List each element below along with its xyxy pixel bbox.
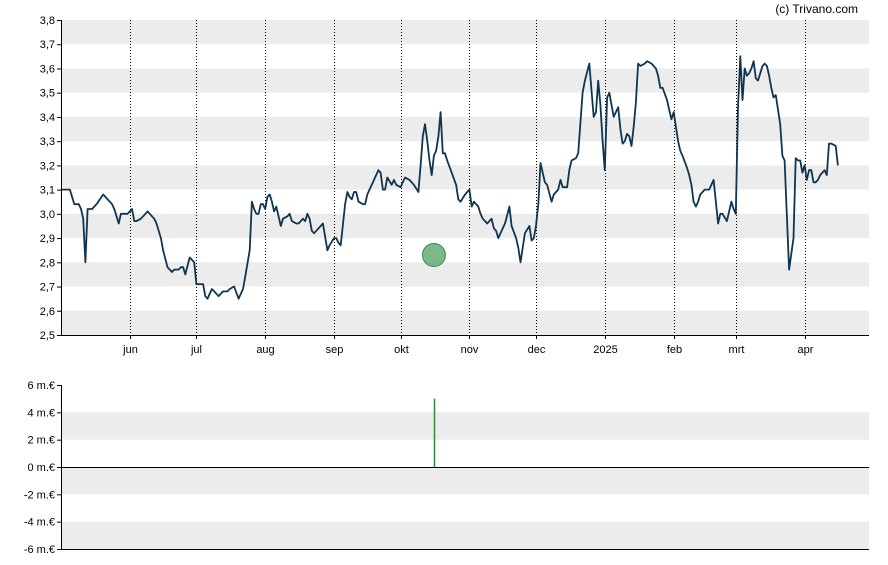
price-band xyxy=(61,20,869,45)
month-tick-label: feb xyxy=(667,344,682,356)
month-axis-ticks: jun jul aug sep okt nov dec 2025 feb mrt apr xyxy=(122,335,814,356)
price-tick-label: 3,0 xyxy=(40,209,55,221)
volume-tick-label: 0 m.€ xyxy=(27,462,55,474)
price-band xyxy=(61,262,869,287)
price-tick-label: 2,9 xyxy=(40,233,55,245)
month-tick-label: mrt xyxy=(729,344,745,356)
month-tick-label: okt xyxy=(394,344,409,356)
volume-tick-label: 4 m.€ xyxy=(27,407,55,419)
month-tick-label: apr xyxy=(798,344,814,356)
price-tick-label: 2,6 xyxy=(40,306,55,318)
volume-band xyxy=(61,521,869,549)
price-tick-label: 3,8 xyxy=(40,15,55,27)
volume-axis-ticks: 6 m.€ 4 m.€ 2 m.€ 0 m.€ -2 m.€ -4 m.€ -6 m.€ xyxy=(24,380,61,556)
price-tick-label: 3,3 xyxy=(40,136,55,148)
price-tick-label: 3,2 xyxy=(40,160,55,172)
price-band xyxy=(61,68,869,93)
month-tick-label: jun xyxy=(122,344,138,356)
month-tick-label: sep xyxy=(326,344,344,356)
month-tick-label: jul xyxy=(190,344,202,356)
volume-bands xyxy=(61,412,869,549)
price-tick-label: 2,5 xyxy=(40,330,55,342)
price-tick-label: 2,7 xyxy=(40,282,55,294)
price-axis-ticks: 2,5 2,6 2,7 2,8 2,9 3,0 3,1 3,2 3,3 3,4 3,5 3,6 3,7 3… xyxy=(40,15,61,342)
price-bands xyxy=(61,20,869,335)
volume-band xyxy=(61,412,869,440)
event-markers xyxy=(421,243,446,268)
month-tick-label: aug xyxy=(256,344,274,356)
credit-label: (c) Trivano.com xyxy=(775,2,858,16)
volume-tick-label: 2 m.€ xyxy=(27,435,55,447)
price-tick-label: 3,4 xyxy=(40,112,55,124)
price-band xyxy=(61,310,869,335)
price-tick-label: 3,1 xyxy=(40,185,55,197)
month-tick-label: dec xyxy=(528,344,546,356)
volume-tick-label: -6 m.€ xyxy=(24,544,55,556)
price-tick-label: 3,7 xyxy=(40,39,55,51)
price-band xyxy=(61,116,869,142)
price-band xyxy=(61,213,869,239)
price-band xyxy=(61,165,869,190)
volume-band xyxy=(61,467,869,495)
volume-tick-label: -4 m.€ xyxy=(24,517,55,529)
month-tick-label: nov xyxy=(461,344,479,356)
price-tick-label: 3,6 xyxy=(40,63,55,75)
stock-chart: 2,5 2,6 2,7 2,8 2,9 3,0 3,1 3,2 3,3 3,4 3,5 3,6 3,7 3… xyxy=(24,2,869,556)
volume-tick-label: 6 m.€ xyxy=(27,380,55,392)
volume-tick-label: -2 m.€ xyxy=(24,489,55,501)
event-marker xyxy=(421,243,446,268)
price-tick-label: 2,8 xyxy=(40,257,55,269)
month-tick-label: 2025 xyxy=(593,344,617,356)
price-tick-label: 3,5 xyxy=(40,88,55,100)
